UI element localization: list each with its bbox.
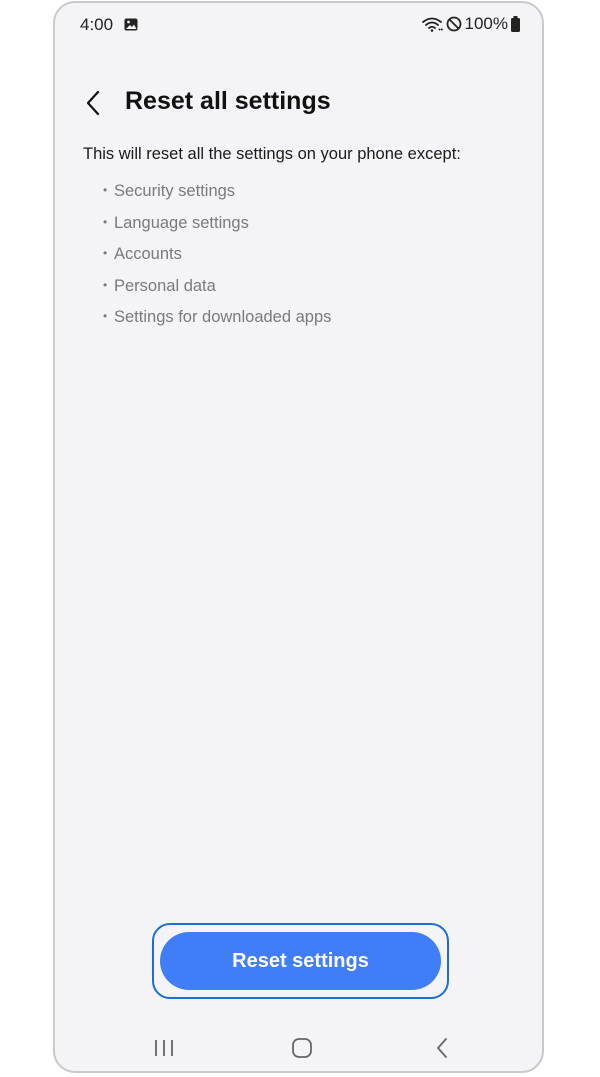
recents-icon [155,1040,173,1056]
home-button[interactable] [286,1035,318,1061]
exception-label: Personal data [114,276,216,295]
bullet: • [103,183,108,197]
reset-description: This will reset all the settings on your… [83,145,461,163]
list-item: • Accounts [103,242,331,274]
bullet: • [103,214,108,229]
list-item: • Language settings [103,211,331,243]
chevron-left-icon [86,90,100,116]
recents-button[interactable] [148,1035,180,1061]
home-icon [292,1038,312,1058]
gallery-icon [124,18,138,31]
back-button[interactable] [77,85,109,121]
list-item: • Personal data [103,274,331,306]
wifi-icon [421,16,443,32]
navigation-bar [55,1023,542,1071]
list-item: • Security settings [103,179,331,211]
page-title: Reset all settings [125,87,331,115]
nav-back-button[interactable] [426,1035,458,1061]
reset-settings-button[interactable]: Reset settings [160,932,441,990]
status-time: 4:00 [80,15,114,34]
bullet: • [103,309,108,324]
bullet: • [103,246,108,261]
status-indicators: 100% [421,14,520,34]
list-item: • Settings for downloaded apps [103,305,331,337]
exception-label: Security settings [114,182,236,200]
exception-label: Settings for downloaded apps [114,308,332,327]
do-not-disturb-icon [446,16,462,32]
exception-list: • Security settings • Language settings • A… [103,179,331,337]
exception-label: Accounts [114,245,182,264]
battery-percent: 100% [464,14,508,33]
status-bar: 4:00 100% [55,3,542,47]
battery-icon [511,16,520,32]
header: Reset all settings [55,81,542,125]
phone-frame: 4:00 100% Reset all settings This will r… [53,1,544,1073]
exception-label: Language settings [114,213,249,232]
bullet: • [103,277,108,292]
back-icon [437,1038,447,1058]
